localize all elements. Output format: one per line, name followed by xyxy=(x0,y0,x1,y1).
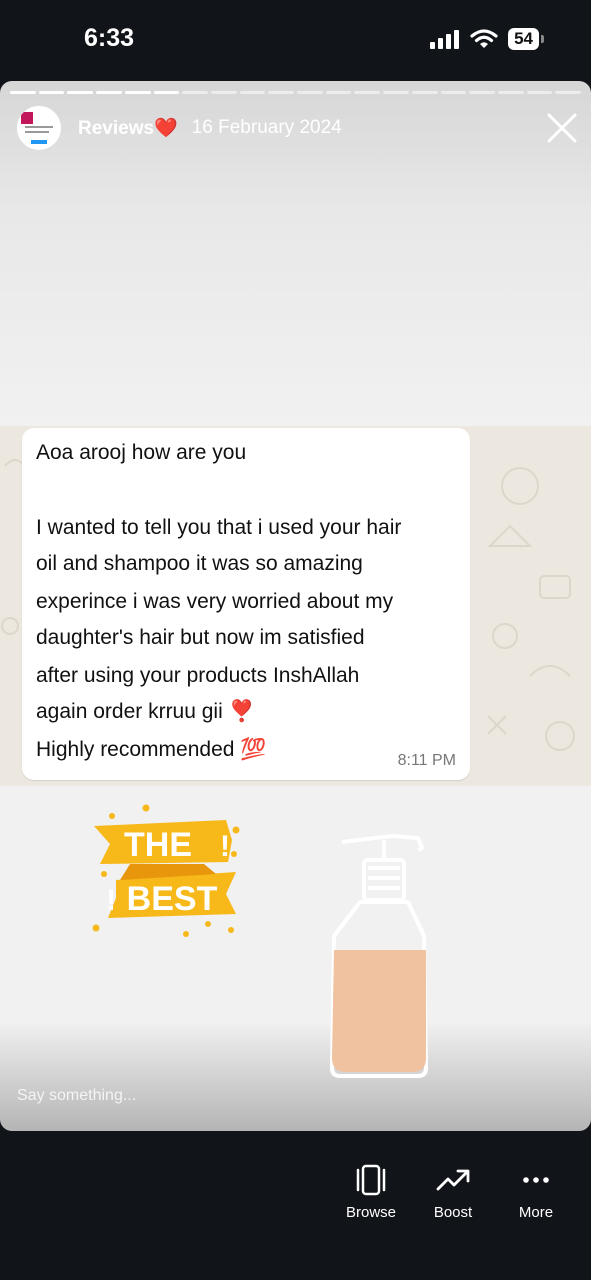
progress-segment xyxy=(555,91,582,94)
sticker-word-the: THE xyxy=(124,826,192,864)
message-line: Aoa arooj how are you xyxy=(36,441,247,464)
wifi-icon xyxy=(470,29,498,48)
bottle-sticker xyxy=(330,834,428,1078)
message-line: again order krruu gii ❣️ xyxy=(36,700,255,723)
progress-segment xyxy=(96,91,122,94)
progress-segment xyxy=(411,91,438,94)
message-line: I wanted to tell you that i used your ha… xyxy=(36,516,402,539)
status-icons: 54 xyxy=(430,28,544,50)
progress-segment xyxy=(67,91,94,94)
browse-button[interactable]: Browse xyxy=(331,1160,411,1221)
progress-segment xyxy=(239,91,266,94)
message-line: after using your products InshAllah xyxy=(36,664,360,687)
bottle-liquid xyxy=(332,950,426,1072)
close-icon[interactable] xyxy=(545,111,579,145)
message-line: experince i was very worried about my xyxy=(36,590,394,613)
more-dots-icon xyxy=(523,1177,549,1183)
story-viewer[interactable]: Reviews❤️ 16 February 2024 Aoa arooj how… xyxy=(0,81,591,1131)
story-header: Reviews❤️ 16 February 2024 xyxy=(16,105,342,151)
sticker-exclamation-2: ! xyxy=(106,884,116,917)
the-best-sticker: THE BEST ! ! xyxy=(92,804,240,937)
story-title[interactable]: Reviews❤️ xyxy=(78,116,178,140)
status-time: 6:33 xyxy=(84,24,135,52)
progress-segment xyxy=(10,91,36,94)
progress-segment xyxy=(268,91,295,94)
boost-label: Boost xyxy=(433,1204,473,1221)
trending-up-icon xyxy=(436,1169,470,1191)
chat-screenshot: Aoa arooj how are you I wanted to tell y… xyxy=(0,426,591,786)
story-title-text: Reviews xyxy=(78,118,155,139)
progress-segment xyxy=(210,91,237,94)
message-line: daughter's hair but now im satisfied xyxy=(36,626,365,649)
message-line: oil and shampoo it was so amazing xyxy=(36,552,363,575)
progress-segment xyxy=(182,91,208,94)
cellular-signal-icon xyxy=(430,30,460,49)
story-date: 16 February 2024 xyxy=(191,117,342,138)
browse-label: Browse xyxy=(345,1204,397,1221)
story-avatar[interactable] xyxy=(16,105,62,151)
progress-segment xyxy=(354,91,381,94)
story-progress-bar xyxy=(10,91,582,94)
progress-segment xyxy=(124,91,151,94)
progress-segment xyxy=(497,91,524,94)
progress-segment xyxy=(469,91,495,94)
more-button[interactable]: More xyxy=(496,1160,576,1221)
progress-segment xyxy=(325,91,352,94)
progress-segment xyxy=(383,91,409,94)
progress-segment xyxy=(440,91,467,94)
boost-button[interactable]: Boost xyxy=(413,1160,493,1221)
progress-segment xyxy=(153,91,180,94)
heart-emoji: ❤️ xyxy=(154,118,178,139)
message-line: Highly recommended 💯 xyxy=(36,738,267,761)
progress-segment xyxy=(526,91,553,94)
progress-segment xyxy=(297,91,323,94)
story-bottom-fade xyxy=(0,1021,591,1131)
sticker-word-best: BEST xyxy=(127,880,218,918)
progress-segment xyxy=(38,91,65,94)
message-bubble: Aoa arooj how are you I wanted to tell y… xyxy=(22,428,470,780)
battery-indicator: 54 xyxy=(508,28,544,50)
message-time: 8:11 PM xyxy=(397,752,456,769)
browse-icon xyxy=(356,1164,386,1196)
more-label: More xyxy=(518,1204,554,1221)
sticker-exclamation-1: ! xyxy=(220,830,230,863)
reply-input[interactable]: Say something... xyxy=(17,1087,136,1105)
